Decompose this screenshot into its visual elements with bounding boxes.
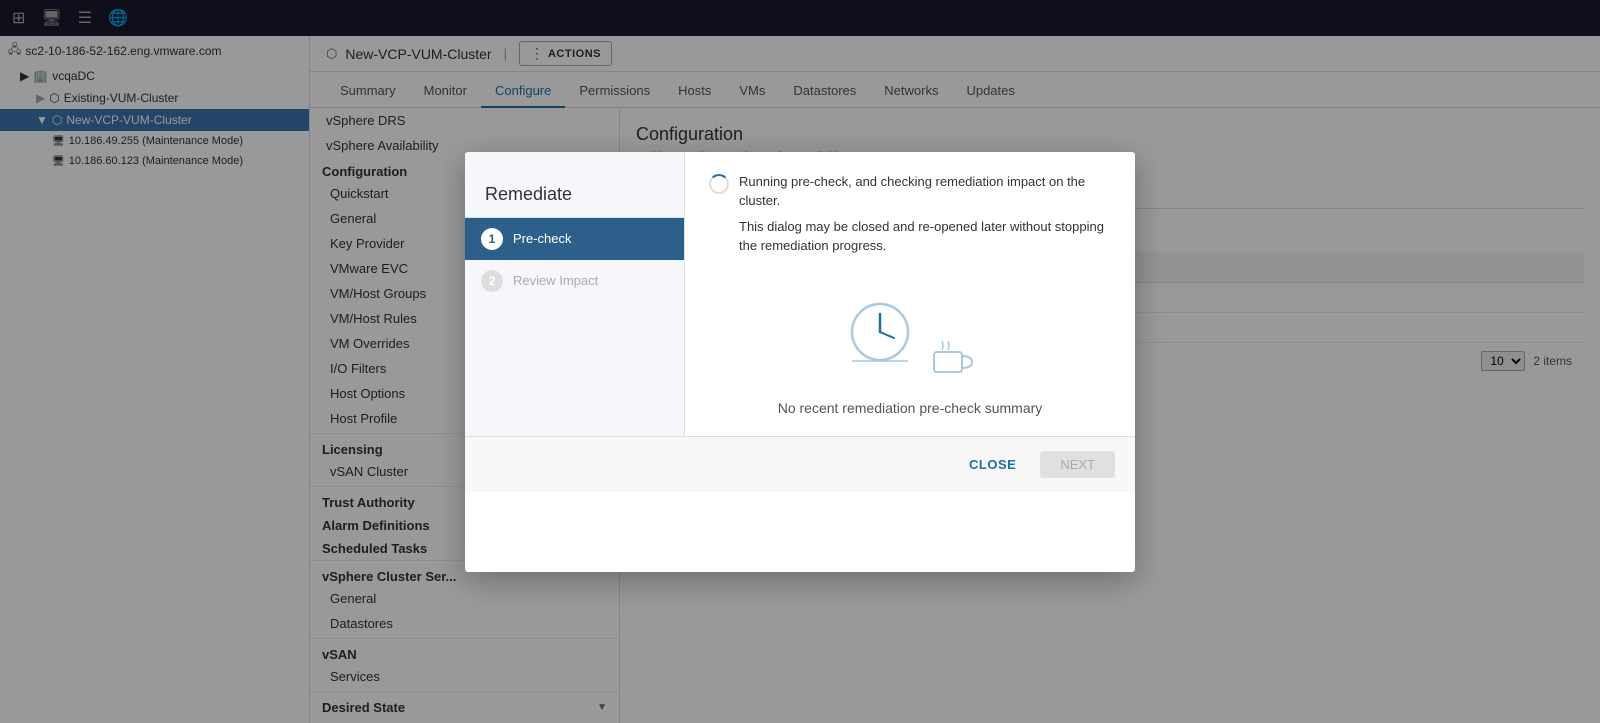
no-summary-text: No recent remediation pre-check summary [709,400,1111,416]
precheck-info: Running pre-check, and checking remediat… [709,172,1111,256]
dialog-footer: CLOSE NEXT [465,436,1135,492]
dialog-content: Running pre-check, and checking remediat… [685,152,1135,436]
clock-illustration [842,296,922,376]
precheck-reopen-text: This dialog may be closed and re-opened … [739,217,1111,256]
dialog-sidebar: Remediate 1 Pre-check 2 Review Impact [465,152,685,436]
precheck-running-text: Running pre-check, and checking remediat… [739,172,1111,211]
remediate-dialog: Remediate 1 Pre-check 2 Review Impact [465,152,1135,572]
spinner-icon [709,174,729,194]
modal-overlay: Remediate 1 Pre-check 2 Review Impact [0,0,1600,723]
illustration-area [709,296,1111,376]
coffee-illustration [930,340,978,376]
dialog-step-precheck[interactable]: 1 Pre-check [465,218,684,260]
step-num-2: 2 [481,270,503,292]
precheck-text-block: Running pre-check, and checking remediat… [739,172,1111,256]
step-num-1: 1 [481,228,503,250]
next-button[interactable]: NEXT [1040,451,1115,478]
dialog-step-review[interactable]: 2 Review Impact [465,260,684,302]
dialog-title: Remediate [465,168,684,218]
close-button[interactable]: CLOSE [957,451,1028,478]
